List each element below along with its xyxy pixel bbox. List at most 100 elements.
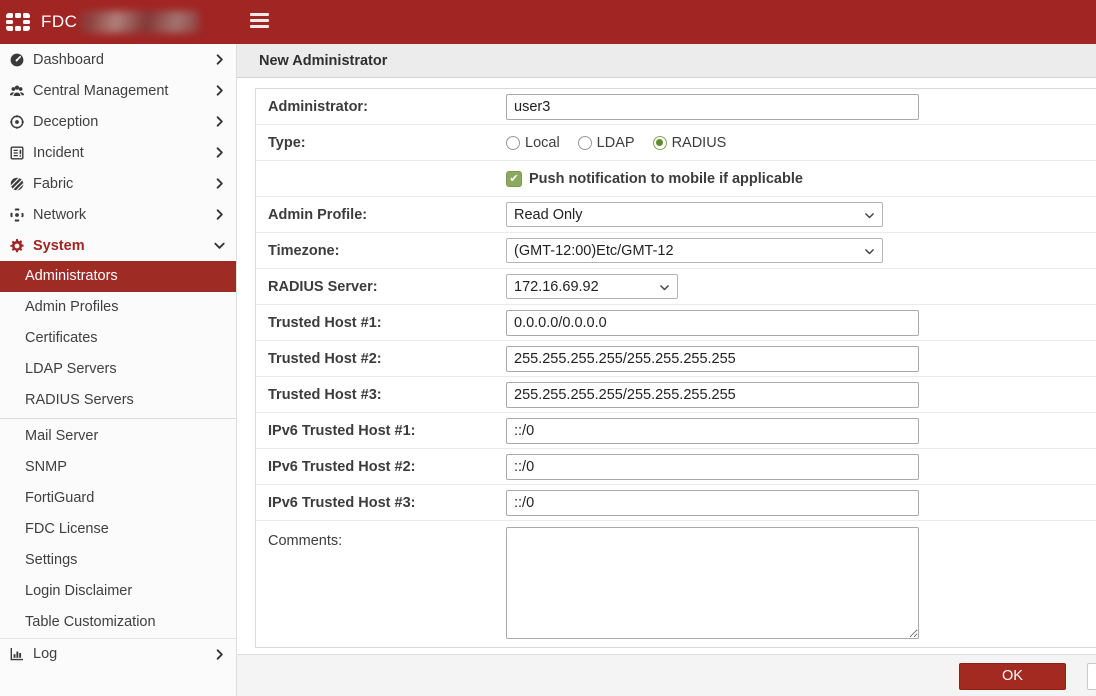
push-notification-checkbox[interactable]: ✔	[506, 171, 522, 187]
page-header: New Administrator	[237, 44, 1096, 78]
administrator-label: Administrator:	[256, 99, 506, 115]
type-label: Type:	[256, 135, 506, 151]
cancel-button-partial[interactable]	[1087, 663, 1096, 690]
sidebar-item-label: Central Management	[33, 83, 168, 99]
radius-server-select[interactable]: 172.16.69.92	[506, 274, 678, 299]
sidebar-item-central-management[interactable]: Central Management	[0, 75, 236, 106]
ipv6-trusted-host-3-row: IPv6 Trusted Host #3:	[256, 485, 1096, 521]
sidebar-item-incident[interactable]: Incident	[0, 137, 236, 168]
trusted-host-2-row: Trusted Host #2:	[256, 341, 1096, 377]
network-dashed-circle-icon	[8, 206, 25, 223]
sidebar-item-administrators[interactable]: Administrators	[0, 261, 236, 292]
chevron-right-icon	[212, 83, 227, 98]
timezone-row: Timezone: (GMT-12:00)Etc/GMT-12	[256, 233, 1096, 269]
trusted-host-1-input[interactable]	[506, 310, 919, 336]
sidebar-item-label: Dashboard	[33, 52, 104, 68]
system-submenu: Administrators Admin Profiles Certificat…	[0, 261, 236, 638]
administrator-input[interactable]	[506, 94, 919, 120]
sidebar-item-system[interactable]: System	[0, 230, 236, 261]
admin-profile-value: Read Only	[514, 207, 583, 223]
gear-icon	[8, 237, 25, 254]
trusted-host-1-row: Trusted Host #1:	[256, 305, 1096, 341]
trusted-host-3-input[interactable]	[506, 382, 919, 408]
users-icon	[8, 82, 25, 99]
dashboard-gauge-icon	[8, 51, 25, 68]
sidebar-item-login-disclaimer[interactable]: Login Disclaimer	[0, 576, 236, 607]
trusted-host-2-input[interactable]	[506, 346, 919, 372]
sidebar-item-admin-profiles[interactable]: Admin Profiles	[0, 292, 236, 323]
sidebar-item-network[interactable]: Network	[0, 199, 236, 230]
radius-server-row: RADIUS Server: 172.16.69.92	[256, 269, 1096, 305]
chevron-down-icon	[863, 209, 876, 222]
sidebar-item-mail-server[interactable]: Mail Server	[0, 421, 236, 452]
ipv6-trusted-host-1-label: IPv6 Trusted Host #1:	[256, 423, 506, 439]
ipv6-trusted-host-2-label: IPv6 Trusted Host #2:	[256, 459, 506, 475]
sidebar-item-ldap-servers[interactable]: LDAP Servers	[0, 354, 236, 385]
sidebar-item-radius-servers[interactable]: RADIUS Servers	[0, 385, 236, 416]
push-notification-label: Push notification to mobile if applicabl…	[529, 171, 803, 187]
ipv6-trusted-host-2-input[interactable]	[506, 454, 919, 480]
trusted-host-1-label: Trusted Host #1:	[256, 315, 506, 331]
type-option-label: LDAP	[597, 135, 635, 151]
chevron-right-icon	[212, 145, 227, 160]
hamburger-icon[interactable]	[250, 13, 269, 31]
type-row: Type: Local LDAP RADIUS	[256, 125, 1096, 161]
trusted-host-3-row: Trusted Host #3:	[256, 377, 1096, 413]
radio-unselected-icon[interactable]	[506, 136, 520, 150]
ipv6-trusted-host-2-row: IPv6 Trusted Host #2:	[256, 449, 1096, 485]
chevron-right-icon	[212, 647, 227, 662]
sidebar-item-snmp[interactable]: SNMP	[0, 452, 236, 483]
admin-profile-row: Admin Profile: Read Only	[256, 197, 1096, 233]
sidebar-item-fortiguard[interactable]: FortiGuard	[0, 483, 236, 514]
comments-label: Comments:	[256, 527, 506, 549]
sidebar-item-settings[interactable]: Settings	[0, 545, 236, 576]
admin-profile-label: Admin Profile:	[256, 207, 506, 223]
sidebar-item-label: Deception	[33, 114, 98, 130]
radio-unselected-icon[interactable]	[578, 136, 592, 150]
ipv6-trusted-host-1-row: IPv6 Trusted Host #1:	[256, 413, 1096, 449]
submenu-divider	[0, 418, 236, 419]
comments-row: Comments:	[256, 521, 1096, 647]
sidebar-item-table-customization[interactable]: Table Customization	[0, 607, 236, 638]
chevron-right-icon	[212, 52, 227, 67]
ipv6-trusted-host-3-input[interactable]	[506, 490, 919, 516]
type-radio-local[interactable]: Local	[506, 135, 560, 151]
trusted-host-3-label: Trusted Host #3:	[256, 387, 506, 403]
comments-textarea[interactable]	[506, 527, 919, 639]
fortinet-grid-icon	[6, 13, 30, 31]
form-footer: OK	[237, 654, 1096, 696]
type-option-label: Local	[525, 135, 560, 151]
sidebar-item-fdc-license[interactable]: FDC License	[0, 514, 236, 545]
chevron-right-icon	[212, 176, 227, 191]
timezone-label: Timezone:	[256, 243, 506, 259]
admin-profile-select[interactable]: Read Only	[506, 202, 883, 227]
timezone-select[interactable]: (GMT-12:00)Etc/GMT-12	[506, 238, 883, 263]
sidebar-item-deception[interactable]: Deception	[0, 106, 236, 137]
chevron-down-icon	[658, 281, 671, 294]
sidebar-item-label: System	[33, 238, 85, 254]
sidebar-item-label: Log	[33, 646, 57, 662]
page-title: New Administrator	[259, 53, 387, 69]
radio-selected-icon[interactable]	[653, 136, 667, 150]
ok-button[interactable]: OK	[959, 663, 1066, 690]
ipv6-trusted-host-3-label: IPv6 Trusted Host #3:	[256, 495, 506, 511]
type-radio-group: Local LDAP RADIUS	[506, 135, 726, 151]
sidebar-item-certificates[interactable]: Certificates	[0, 323, 236, 354]
incident-list-icon	[8, 144, 25, 161]
chevron-down-icon	[212, 238, 227, 253]
timezone-value: (GMT-12:00)Etc/GMT-12	[514, 243, 674, 259]
radius-server-value: 172.16.69.92	[514, 279, 599, 295]
ipv6-trusted-host-1-input[interactable]	[506, 418, 919, 444]
type-radio-radius[interactable]: RADIUS	[653, 135, 727, 151]
type-option-label: RADIUS	[672, 135, 727, 151]
sidebar-item-label: Fabric	[33, 176, 73, 192]
new-administrator-form: Administrator: Type: Local LDAP	[255, 88, 1096, 648]
sidebar-item-label: Incident	[33, 145, 84, 161]
sidebar-item-dashboard[interactable]: Dashboard	[0, 44, 236, 75]
type-radio-ldap[interactable]: LDAP	[578, 135, 635, 151]
sidebar-item-log[interactable]: Log	[0, 638, 236, 669]
decoy-target-icon	[8, 113, 25, 130]
sidebar: Dashboard Central Management Deception	[0, 44, 237, 696]
sidebar-item-fabric[interactable]: Fabric	[0, 168, 236, 199]
main-content: New Administrator Administrator: Type: L…	[237, 44, 1096, 696]
